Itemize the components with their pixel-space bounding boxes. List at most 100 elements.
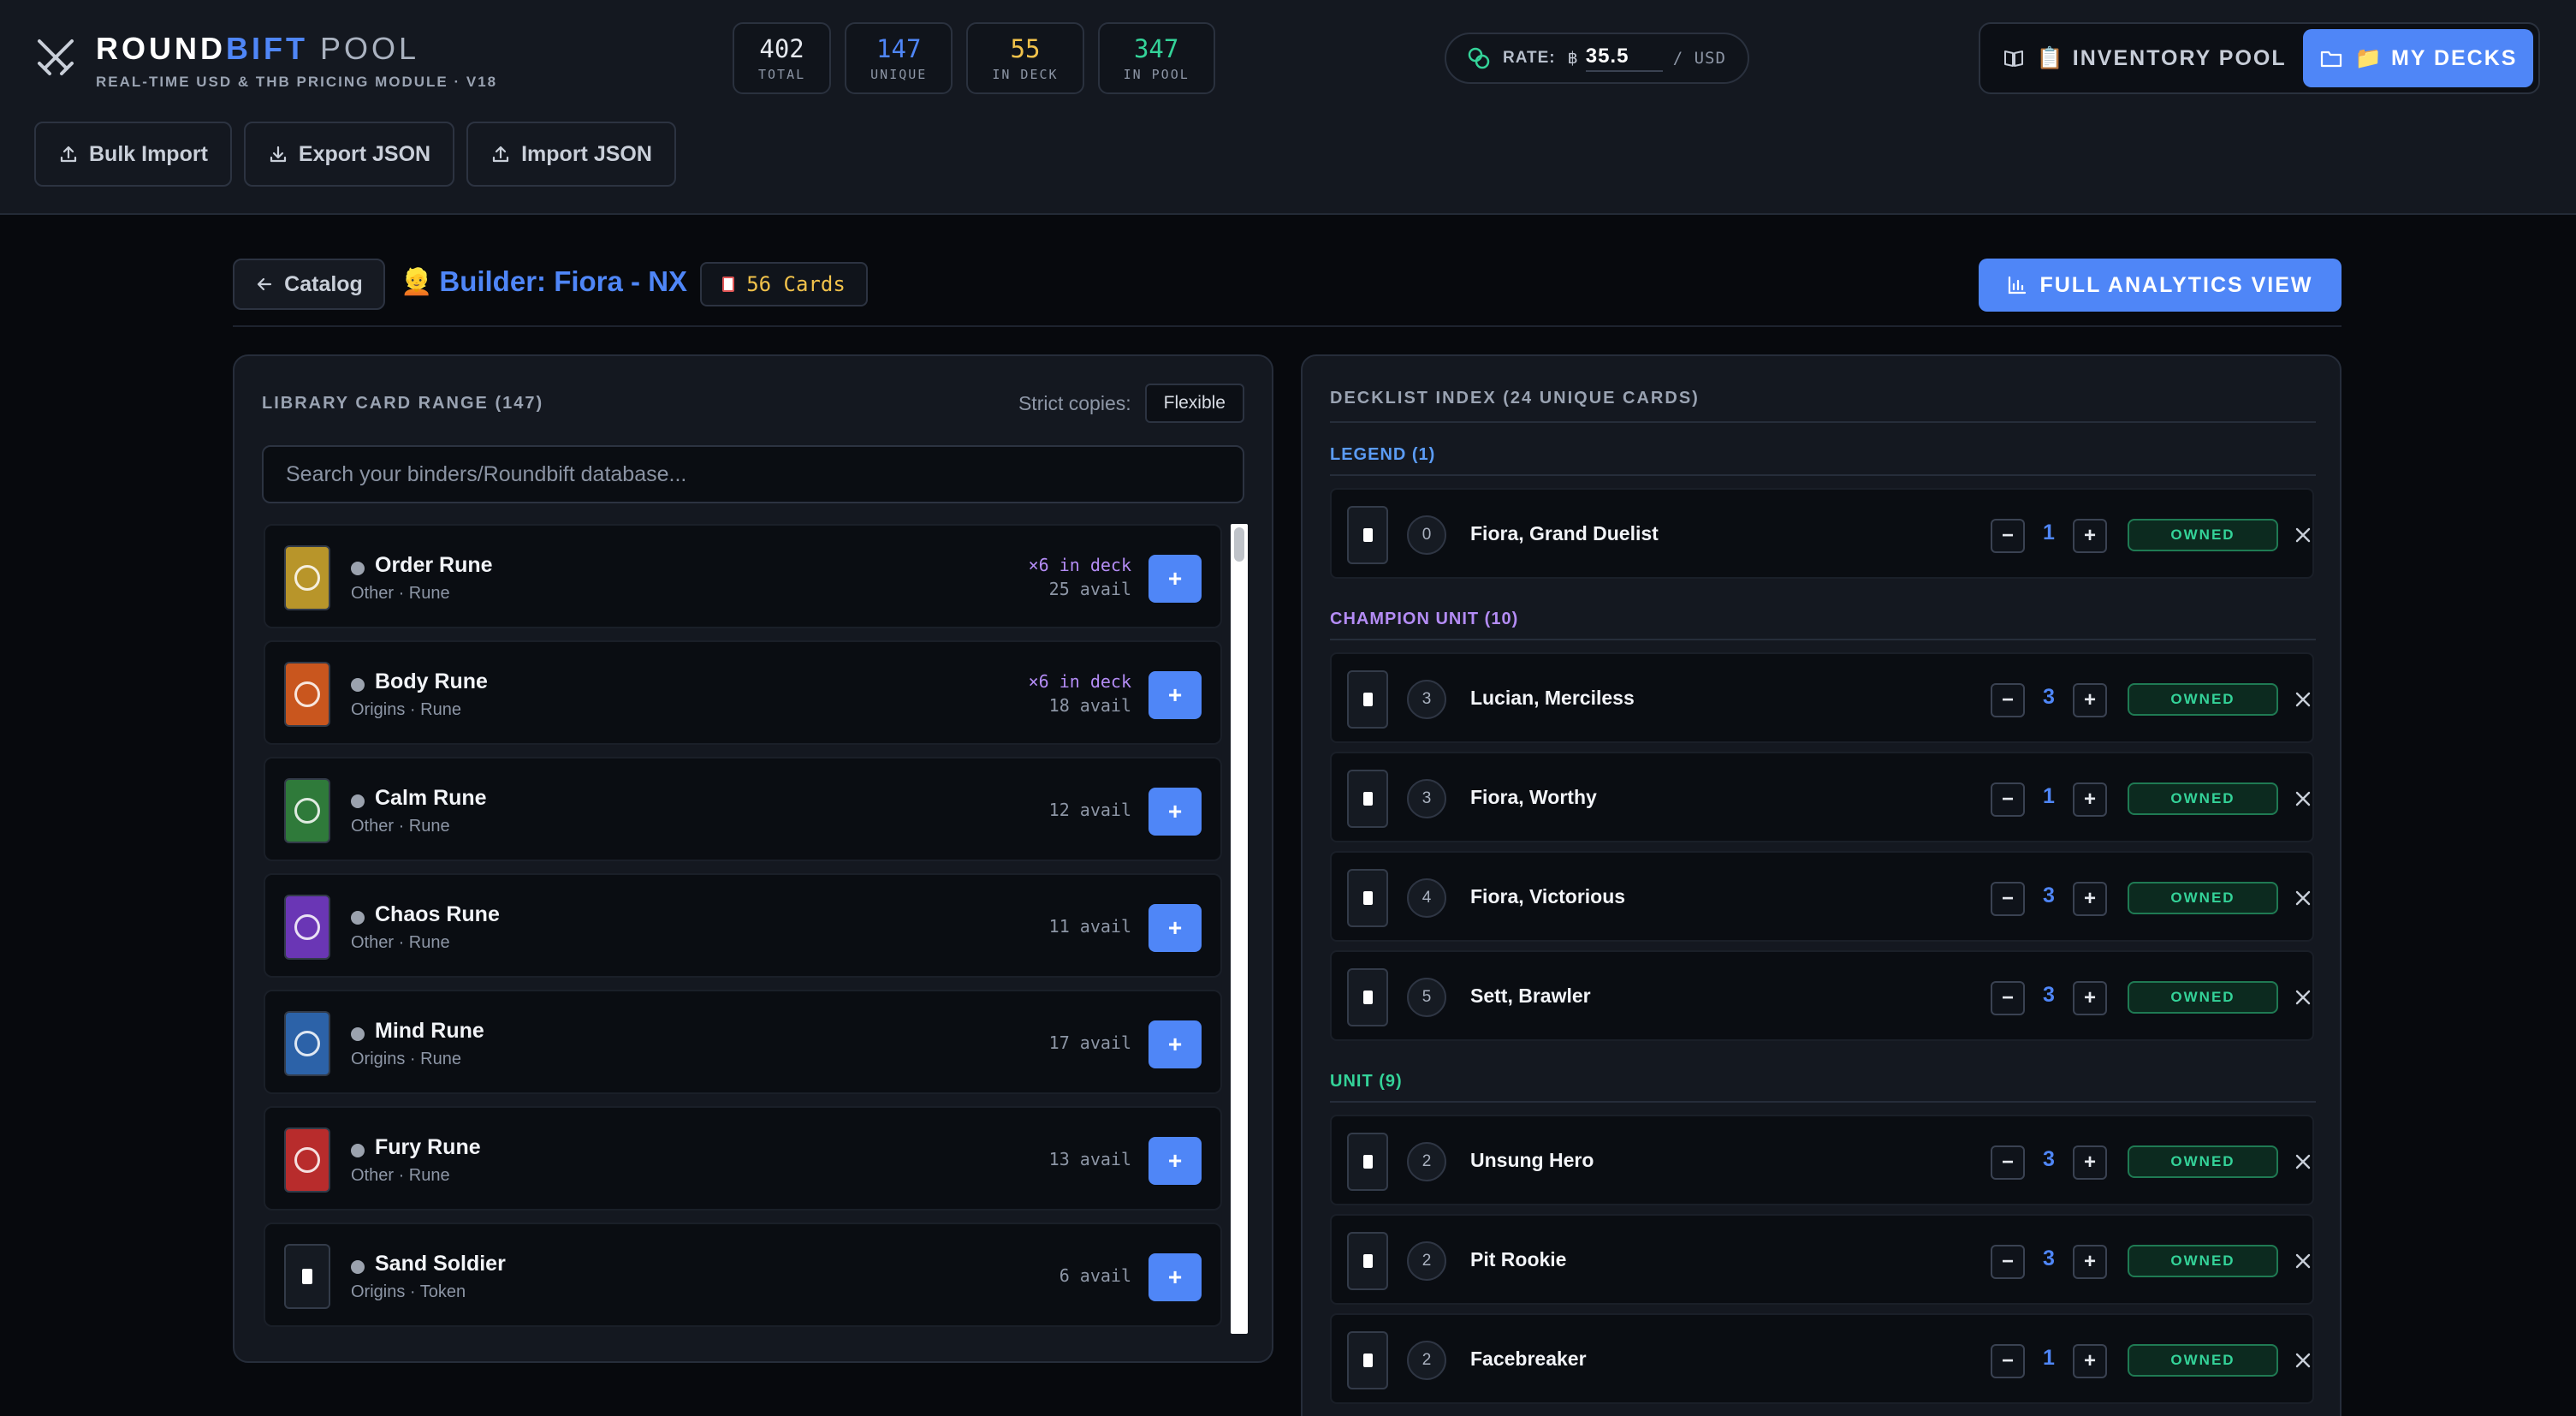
section-title-champion-unit: CHAMPION UNIT (10) bbox=[1330, 610, 1519, 628]
library-item-avail: 6 avail bbox=[1059, 1265, 1131, 1286]
library-item: Order Rune Other · Rune ×6 in deck 25 av… bbox=[264, 524, 1222, 628]
decrement-button[interactable]: − bbox=[1991, 882, 2025, 916]
owned-badge: OWNED bbox=[2128, 519, 2278, 551]
stat-in-deck: 55 IN DECK bbox=[966, 22, 1084, 94]
remove-card-button[interactable] bbox=[2288, 983, 2318, 1012]
card-placeholder-icon bbox=[1362, 693, 1373, 706]
full-analytics-button[interactable]: FULL ANALYTICS VIEW bbox=[1979, 259, 2342, 312]
stat-unique: 147 UNIQUE bbox=[845, 22, 953, 94]
decrement-button[interactable]: − bbox=[1991, 1245, 2025, 1279]
library-item-meta: Origins · Rune bbox=[351, 1050, 461, 1068]
card-placeholder-icon bbox=[1362, 1254, 1373, 1268]
card-cost: 2 bbox=[1407, 1241, 1446, 1281]
library-heading: LIBRARY CARD RANGE (147) bbox=[262, 394, 544, 413]
deck-card-row: 2 Facebreaker − 1 + OWNED bbox=[1330, 1313, 2314, 1404]
remove-card-button[interactable] bbox=[2288, 521, 2318, 550]
card-thumbnail bbox=[1347, 1331, 1388, 1389]
nav-inventory-pool[interactable]: 📋 INVENTORY POOL bbox=[1985, 29, 2303, 87]
add-card-button[interactable]: + bbox=[1149, 904, 1202, 952]
library-item-name: Calm Rune bbox=[375, 786, 487, 810]
back-to-catalog-button[interactable]: Catalog bbox=[233, 259, 385, 310]
builder-title: 👱 Builder: Fiora - NX bbox=[401, 265, 687, 298]
library-item-avail: 13 avail bbox=[1048, 1149, 1131, 1169]
status-dot bbox=[351, 1144, 365, 1157]
card-cost: 4 bbox=[1407, 878, 1446, 918]
card-quantity: 3 bbox=[2043, 1246, 2055, 1270]
owned-badge: OWNED bbox=[2128, 981, 2278, 1014]
increment-button[interactable]: + bbox=[2073, 1245, 2107, 1279]
increment-button[interactable]: + bbox=[2073, 882, 2107, 916]
nav-my-decks[interactable]: 📁 MY DECKS bbox=[2303, 29, 2533, 87]
rate-input[interactable]: 35.5 bbox=[1585, 45, 1663, 72]
increment-button[interactable]: + bbox=[2073, 981, 2107, 1015]
exchange-icon bbox=[1468, 47, 1490, 69]
deck-card-row: 4 Fiora, Victorious − 3 + OWNED bbox=[1330, 851, 2314, 942]
library-search-input[interactable]: Search your binders/Roundbift database..… bbox=[262, 445, 1244, 503]
library-item: Calm Rune Other · Rune 12 avail + bbox=[264, 757, 1222, 861]
nav-decks-label: 📁 MY DECKS bbox=[2354, 45, 2518, 70]
deck-card-row: 2 Pit Rookie − 3 + OWNED bbox=[1330, 1214, 2314, 1305]
export-json-button[interactable]: Export JSON bbox=[243, 122, 455, 187]
scrollbar-thumb[interactable] bbox=[1234, 527, 1244, 562]
decrement-button[interactable]: − bbox=[1991, 1344, 2025, 1378]
library-item: Body Rune Origins · Rune ×6 in deck 18 a… bbox=[264, 640, 1222, 745]
card-thumbnail bbox=[1347, 869, 1388, 927]
decrement-button[interactable]: − bbox=[1991, 782, 2025, 817]
library-item-meta: Other · Rune bbox=[351, 933, 450, 952]
add-card-button[interactable]: + bbox=[1149, 671, 1202, 719]
add-card-button[interactable]: + bbox=[1149, 1137, 1202, 1185]
add-card-button[interactable]: + bbox=[1149, 788, 1202, 836]
increment-button[interactable]: + bbox=[2073, 1145, 2107, 1180]
stat-value: 347 bbox=[1133, 34, 1179, 63]
library-panel: LIBRARY CARD RANGE (147) Strict copies: … bbox=[233, 354, 1273, 1363]
upload-icon bbox=[493, 146, 509, 163]
increment-button[interactable]: + bbox=[2073, 519, 2107, 553]
increment-button[interactable]: + bbox=[2073, 683, 2107, 717]
library-item: Fury Rune Other · Rune 13 avail + bbox=[264, 1106, 1222, 1211]
stat-label: UNIQUE bbox=[870, 67, 928, 82]
remove-card-button[interactable] bbox=[2288, 1147, 2318, 1176]
deck-card-name: Fiora, Victorious bbox=[1470, 885, 1626, 907]
increment-button[interactable]: + bbox=[2073, 1344, 2107, 1378]
app-title-pool: POOL bbox=[307, 31, 420, 66]
main-nav: 📋 INVENTORY POOL 📁 MY DECKS bbox=[1979, 22, 2540, 94]
library-item-name: Body Rune bbox=[375, 669, 488, 693]
bulk-import-button[interactable]: Bulk Import bbox=[34, 122, 232, 187]
book-icon bbox=[2003, 51, 2023, 67]
library-item-meta: Other · Rune bbox=[351, 1166, 450, 1185]
stat-value: 402 bbox=[759, 34, 804, 63]
strict-copies-select[interactable]: Flexible bbox=[1144, 384, 1244, 423]
arrow-left-icon bbox=[258, 277, 272, 291]
decrement-button[interactable]: − bbox=[1991, 981, 2025, 1015]
add-card-button[interactable]: + bbox=[1149, 555, 1202, 603]
decrement-button[interactable]: − bbox=[1991, 519, 2025, 553]
add-card-button[interactable]: + bbox=[1149, 1020, 1202, 1068]
remove-card-button[interactable] bbox=[2288, 1246, 2318, 1276]
card-thumbnail bbox=[284, 1011, 330, 1076]
card-quantity: 1 bbox=[2043, 521, 2055, 544]
decrement-button[interactable]: − bbox=[1991, 1145, 2025, 1180]
remove-card-button[interactable] bbox=[2288, 685, 2318, 714]
import-json-button[interactable]: Import JSON bbox=[466, 122, 676, 187]
app-title-accent: BIFT bbox=[226, 31, 308, 66]
library-item-meta: Other · Rune bbox=[351, 817, 450, 836]
card-thumbnail bbox=[1347, 968, 1388, 1026]
library-scrollbar[interactable] bbox=[1231, 524, 1248, 1334]
card-thumbnail bbox=[1347, 770, 1388, 828]
app-title-main: ROUNDBIFT bbox=[96, 31, 308, 66]
deck-card-row: 3 Lucian, Merciless − 3 + OWNED bbox=[1330, 652, 2314, 743]
deck-card-name: Sett, Brawler bbox=[1470, 985, 1591, 1007]
add-card-button[interactable]: + bbox=[1149, 1253, 1202, 1301]
remove-card-button[interactable] bbox=[2288, 784, 2318, 813]
card-placeholder-icon bbox=[302, 1269, 312, 1284]
remove-card-button[interactable] bbox=[2288, 1346, 2318, 1375]
deck-card-name: Fiora, Worthy bbox=[1470, 786, 1597, 808]
card-thumbnail bbox=[1347, 670, 1388, 729]
remove-card-button[interactable] bbox=[2288, 884, 2318, 913]
decrement-button[interactable]: − bbox=[1991, 683, 2025, 717]
close-icon bbox=[2295, 1154, 2311, 1169]
increment-button[interactable]: + bbox=[2073, 782, 2107, 817]
rune-sigil-icon bbox=[294, 914, 320, 940]
divider bbox=[1330, 421, 2316, 423]
folder-icon bbox=[2320, 51, 2342, 68]
